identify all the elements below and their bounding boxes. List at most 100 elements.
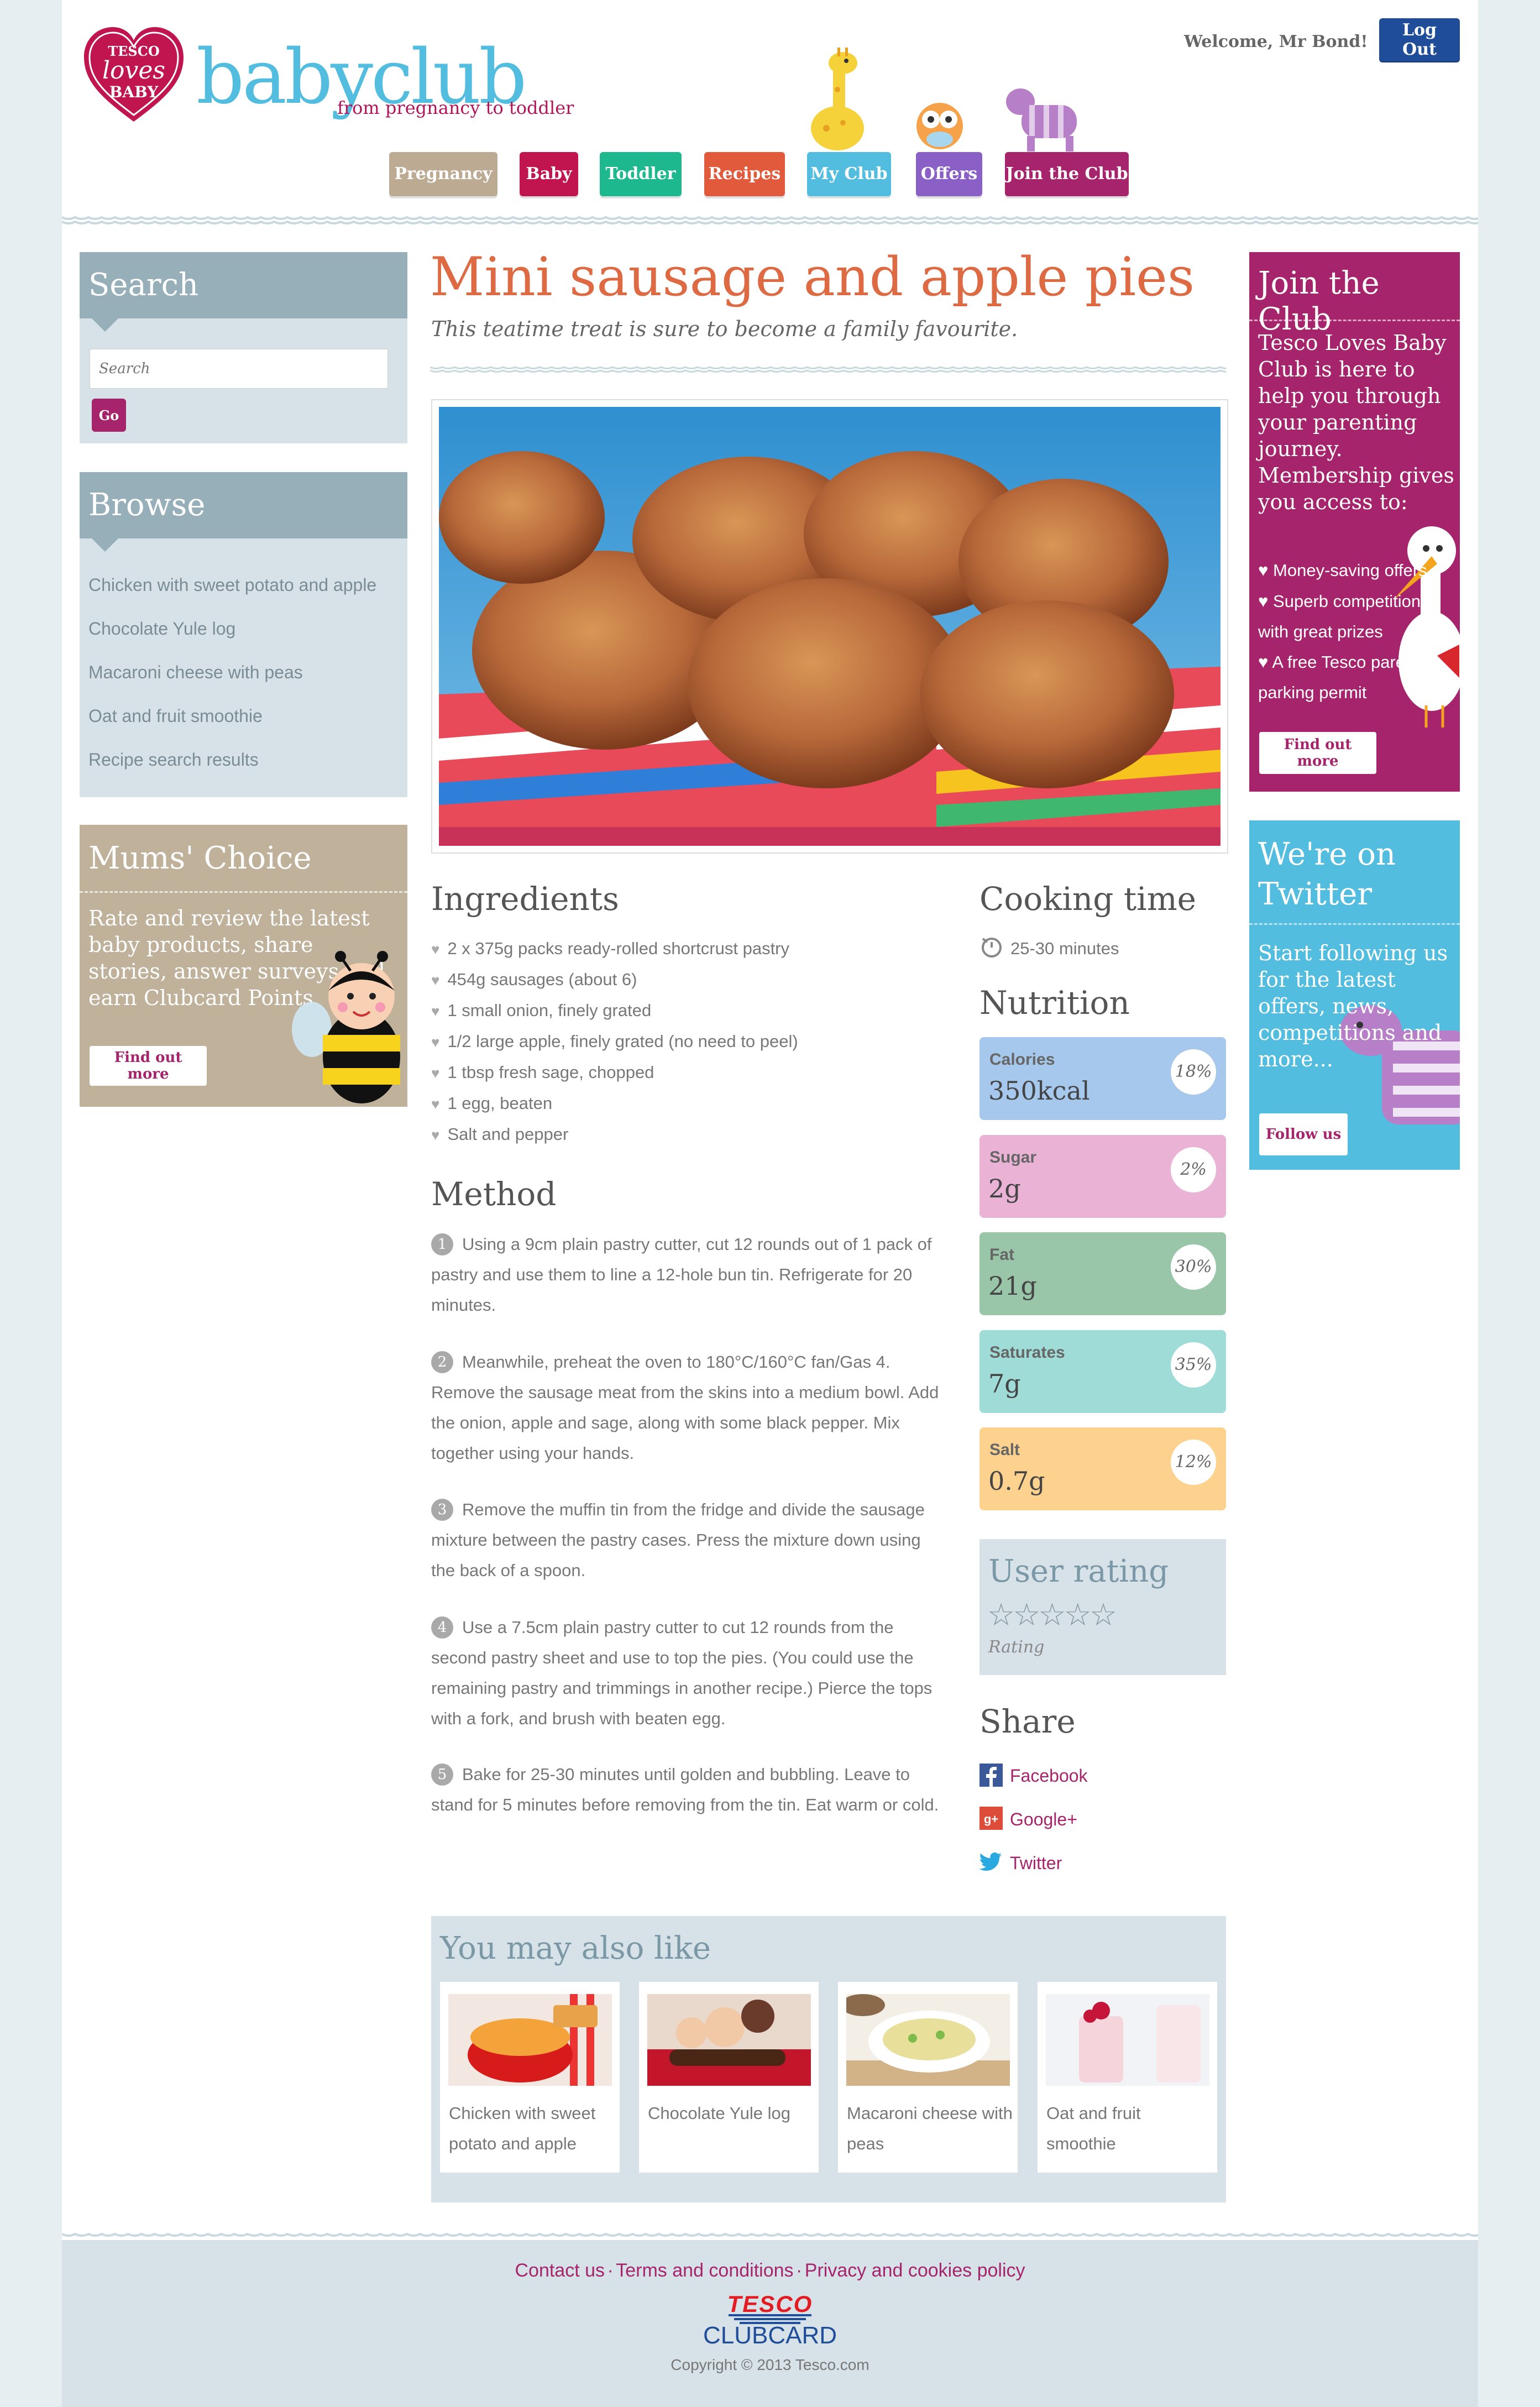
google-plus-icon[interactable]: g+ (979, 1807, 1003, 1830)
nav-recipes[interactable]: Recipes (704, 152, 785, 196)
ingredient-item: ♥ 2 x 375g packs ready-rolled shortcrust … (431, 939, 789, 959)
ingredient-text: 454g sausages (about 6) (447, 970, 637, 989)
browse-link-search-results[interactable]: Recipe search results (88, 750, 259, 770)
mums-choice-heading: Mums' Choice (88, 840, 312, 876)
footer-link-privacy[interactable]: Privacy and cookies policy (805, 2260, 1025, 2281)
heart-bullet-icon: ♥ (1258, 561, 1274, 580)
cooking-time-value: 25-30 minutes (1010, 939, 1119, 958)
step-text: Bake for 25-30 minutes until golden and … (431, 1765, 939, 1814)
logo-baby-text: BABY (109, 83, 159, 101)
method-step: 1 Using a 9cm plain pastry cutter, cut 12… (431, 1229, 948, 1320)
related-card-title: Oat and fruit smoothie (1046, 2103, 1141, 2153)
header-divider (62, 216, 1478, 224)
rating-stars[interactable]: ☆☆☆☆☆ (987, 1597, 1117, 1633)
copyright: Copyright © 2013 Tesco.com (671, 2356, 869, 2373)
step-number: 3 (431, 1499, 453, 1521)
nav-my-club[interactable]: My Club (807, 152, 891, 196)
join-bullet-text: Money-saving offers (1273, 561, 1427, 580)
nutrition-label: Sugar (989, 1148, 1037, 1166)
nav-pregnancy[interactable]: Pregnancy (389, 152, 497, 196)
ingredient-item: ♥ Salt and pepper (431, 1124, 568, 1144)
browse-panel: Browse Chicken with sweet potato and app… (80, 472, 407, 797)
heart-bullet-icon: ♥ (431, 1003, 440, 1019)
nutrition-label: Saturates (989, 1343, 1065, 1362)
twitter-panel: We're on Twitter Start following us for … (1249, 820, 1460, 1170)
related-card-chicken[interactable]: Chicken with sweet potato and apple (440, 1982, 620, 2173)
nav-toddler[interactable]: Toddler (600, 152, 682, 196)
method-heading: Method (431, 1175, 557, 1213)
join-bullet-text: Superb competitions with great prizes (1258, 592, 1429, 641)
heart-bullet-icon: ♥ (1258, 592, 1274, 611)
step-number: 4 (431, 1616, 453, 1639)
cooking-time-heading: Cooking time (979, 880, 1197, 918)
logout-button[interactable]: Log Out (1379, 18, 1460, 61)
twitter-icon[interactable] (979, 1852, 1003, 1873)
nutrition-value: 21g (988, 1271, 1037, 1301)
method-step: 4 Use a 7.5cm plain pastry cutter to cut … (431, 1612, 948, 1734)
search-go-button[interactable]: Go (92, 399, 126, 432)
yule-log-photo (647, 1994, 811, 2086)
related-heading: You may also like (440, 1930, 711, 1966)
related-card-title: Chicken with sweet potato and apple (449, 2103, 596, 2153)
user-rating-heading: User rating (988, 1553, 1169, 1589)
nutrition-salt: Salt 0.7g 12% (979, 1427, 1226, 1510)
zebra-illustration (1006, 88, 1077, 151)
join-find-out-more-button[interactable]: Find out more (1259, 732, 1376, 774)
footer-separator: · (607, 2260, 614, 2281)
footer-link-terms[interactable]: Terms and conditions (616, 2260, 793, 2281)
step-number: 2 (431, 1351, 453, 1373)
heart-bullet-icon: ♥ (431, 1065, 440, 1081)
tesco-clubcard-logo-top: TESCO (727, 2291, 813, 2317)
ingredient-item: ♥ 1 egg, beaten (431, 1093, 552, 1113)
share-google-plus-link[interactable]: Google+ (1010, 1809, 1077, 1830)
facebook-icon[interactable] (979, 1764, 1003, 1787)
nutrition-percent: 12% (1171, 1440, 1216, 1485)
bee-illustration (292, 951, 400, 1103)
ingredient-text: 1 tbsp fresh sage, chopped (447, 1063, 654, 1082)
nutrition-sugar: Sugar 2g 2% (979, 1135, 1226, 1218)
browse-link-smoothie[interactable]: Oat and fruit smoothie (88, 706, 263, 726)
nav-join-the-club[interactable]: Join the Club (1005, 152, 1129, 196)
recipe-image-frame (431, 399, 1228, 854)
step-text: Use a 7.5cm plain pastry cutter to cut 1… (431, 1618, 933, 1728)
related-card-smoothie[interactable]: Oat and fruit smoothie (1038, 1982, 1217, 2173)
svg-text:g+: g+ (984, 1812, 998, 1826)
nutrition-value: 350kcal (988, 1076, 1090, 1106)
logo-loves-text: loves (102, 56, 166, 85)
nav-baby[interactable]: Baby (520, 152, 578, 196)
nutrition-calories: Calories 350kcal 18% (979, 1037, 1226, 1120)
share-twitter-link[interactable]: Twitter (1010, 1853, 1062, 1874)
footer-link-contact[interactable]: Contact us (515, 2260, 605, 2281)
twitter-follow-us-button[interactable]: Follow us (1259, 1113, 1348, 1155)
heart-bullet-icon: ♥ (1258, 652, 1272, 672)
nutrition-percent: 35% (1171, 1342, 1216, 1388)
share-heading: Share (979, 1703, 1076, 1740)
step-text: Meanwhile, preheat the oven to 180°C/160… (431, 1352, 939, 1463)
browse-link-macaroni[interactable]: Macaroni cheese with peas (88, 662, 303, 683)
step-text: Remove the muffin tin from the fridge an… (431, 1500, 925, 1580)
join-club-divider (1249, 320, 1460, 321)
giraffe-illustration (811, 48, 864, 150)
related-card-macaroni[interactable]: Macaroni cheese with peas (838, 1982, 1018, 2173)
tesco-clubcard-logo-bottom: CLUBCARD (703, 2322, 837, 2349)
nutrition-label: Fat (989, 1246, 1014, 1264)
nav-offers[interactable]: Offers (916, 152, 982, 196)
step-text: Using a 9cm plain pastry cutter, cut 12 … (431, 1234, 932, 1315)
related-card-yule-log[interactable]: Chocolate Yule log (639, 1982, 819, 2173)
recipe-title: Mini sausage and apple pies (430, 246, 1195, 308)
method-step: 2 Meanwhile, preheat the oven to 180°C/16… (431, 1347, 948, 1468)
share-facebook-link[interactable]: Facebook (1010, 1766, 1088, 1786)
mums-choice-find-out-more-button[interactable]: Find out more (90, 1046, 207, 1086)
mini-pies-photo (439, 407, 1221, 846)
join-club-panel: Join the Club Tesco Loves Baby Club is h… (1249, 252, 1460, 792)
nutrition-value: 0.7g (988, 1466, 1045, 1496)
ingredient-item: ♥ 1 small onion, finely grated (431, 1001, 651, 1021)
search-input[interactable] (90, 349, 388, 389)
heart-bullet-icon: ♥ (431, 1034, 440, 1050)
related-card-title: Macaroni cheese with peas (847, 2103, 1013, 2153)
browse-link-yule-log[interactable]: Chocolate Yule log (88, 619, 235, 639)
join-bullet-2: ♥ Superb competitions with great prizes (1258, 586, 1441, 647)
welcome-message: Welcome, Mr Bond! (1184, 32, 1368, 51)
logo-tagline: from pregnancy to toddler (337, 97, 574, 118)
browse-link-chicken[interactable]: Chicken with sweet potato and apple (88, 575, 376, 595)
